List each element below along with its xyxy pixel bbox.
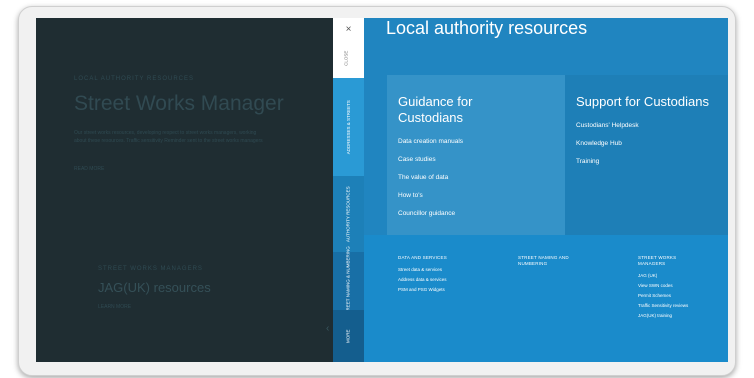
panel-title: Local authority resources [386,18,588,38]
column-link[interactable]: View SWN codes [638,283,688,293]
page-intro-line: about these resources. Traffic sensitivi… [74,138,263,144]
support-link-helpdesk[interactable]: Custodians' Helpdesk [576,122,639,140]
guidance-link-case-studies[interactable]: Case studies [398,156,463,174]
guidance-heading-line: Custodians [398,110,464,125]
support-link-training[interactable]: Training [576,158,639,176]
support-heading[interactable]: Support for Custodians [576,94,709,110]
column-link[interactable]: JAG (UK) [638,273,688,283]
column-heading-line: DATA AND SERVICES [398,255,447,260]
column-link[interactable]: Traffic Sensitivity reviews [638,303,688,313]
page-breadcrumb: LOCAL AUTHORITY RESOURCES [74,76,195,82]
support-links: Custodians' Helpdesk Knowledge Hub Train… [576,122,639,176]
close-icon[interactable]: × [333,24,364,35]
resources-menu-panel: Local authority resources Guidance for C… [364,18,728,362]
close-menu-button[interactable]: × CLOSE [333,18,364,78]
column-links: JAG (UK) View SWN codes Permit Schemes T… [638,273,688,323]
column-heading[interactable]: DATA AND SERVICES [398,255,447,261]
column-link[interactable]: Permit Schemes [638,293,688,303]
close-label: CLOSE [343,50,349,66]
column-street-works: STREET WORKS MANAGERS JAG (UK) View SWN … [638,255,688,323]
tab-label: AUTHORITY RESOURCES [345,186,351,242]
column-heading[interactable]: STREET WORKS MANAGERS [638,255,688,267]
tab-street-naming[interactable]: STREET NAMING & NUMBERING [333,246,364,316]
chevron-right-icon: ‹ [326,323,330,334]
tab-label: ADDRESSES & STREETS [345,99,351,155]
column-links: Street data & services Address data & se… [398,267,447,297]
guidance-link-value-of-data[interactable]: The value of data [398,174,463,192]
tab-addresses-streets[interactable]: ADDRESSES & STREETS [333,78,364,176]
guidance-link-councillor[interactable]: Councillor guidance [398,210,463,228]
tab-authority-resources[interactable]: AUTHORITY RESOURCES [333,176,364,252]
column-link[interactable]: JAG(UK) training [638,313,688,323]
guidance-heading-line: Guidance for [398,94,473,109]
page-title: Street Works Manager [74,92,284,115]
browser-viewport: LOCAL AUTHORITY RESOURCES Street Works M… [36,18,728,362]
guidance-link-how-tos[interactable]: How to's [398,192,463,210]
support-card: Support for Custodians Custodians' Helpd… [565,75,728,235]
support-link-knowledge-hub[interactable]: Knowledge Hub [576,140,639,158]
column-data-services: DATA AND SERVICES Street data & services… [398,255,447,297]
column-heading-line: NUMBERING [518,261,548,266]
guidance-card: Guidance for Custodians Data creation ma… [387,75,565,235]
column-heading[interactable]: STREET NAMING AND NUMBERING [518,255,569,267]
side-tab-rail: × CLOSE ADDRESSES & STREETS AUTHORITY RE… [333,18,364,362]
guidance-heading[interactable]: Guidance for Custodians [398,94,472,126]
column-heading-line: MANAGERS [638,261,666,266]
section-kicker: STREET WORKS MANAGERS [98,266,203,272]
column-link[interactable]: Street data & services [398,267,447,277]
footer-link-columns: DATA AND SERVICES Street data & services… [364,235,728,362]
page-intro-line: Our street works resources, developing r… [74,130,257,136]
tab-label: MORE [345,329,351,343]
column-link[interactable]: PSM and PSG Widgets [398,287,447,297]
tab-label: STREET NAMING & NUMBERING [345,246,351,316]
guidance-links: Data creation manuals Case studies The v… [398,138,463,228]
dimmed-background-page: LOCAL AUTHORITY RESOURCES Street Works M… [36,18,333,362]
column-street-naming: STREET NAMING AND NUMBERING [518,255,569,273]
page-read-more-link: READ MORE [74,166,105,172]
section-link: LEARN MORE [98,304,132,310]
guidance-link-data-creation[interactable]: Data creation manuals [398,138,463,156]
section-heading: JAG(UK) resources [98,280,211,295]
column-link[interactable]: Address data & services [398,277,447,287]
tab-more[interactable]: MORE [333,310,364,362]
